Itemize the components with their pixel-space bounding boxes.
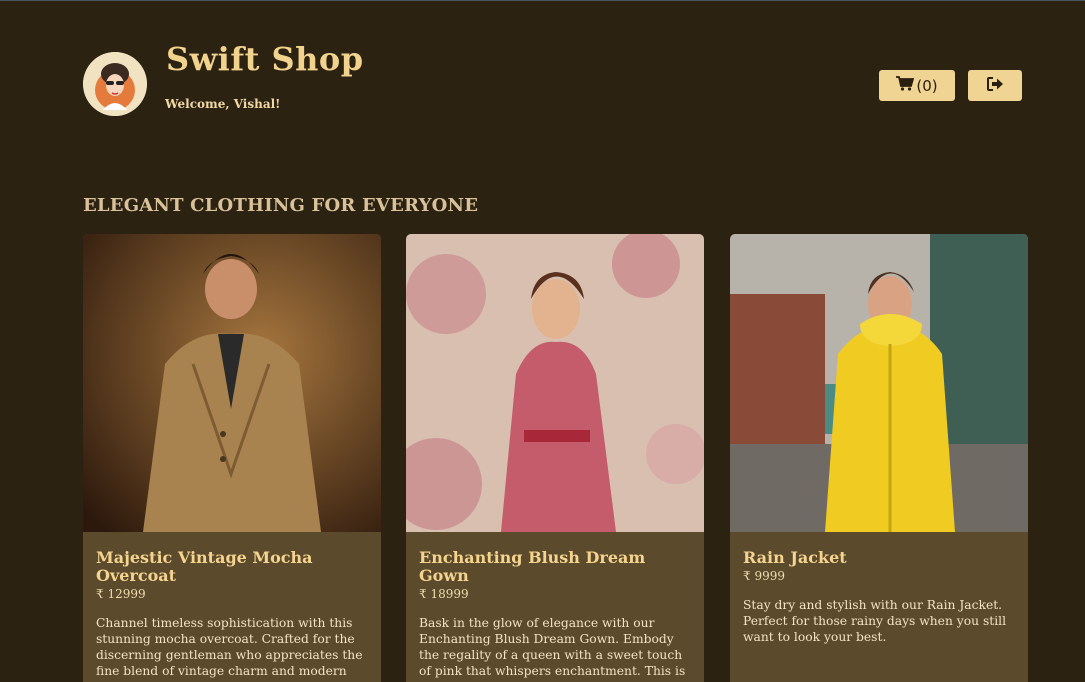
product-image[interactable] — [730, 234, 1028, 532]
product-name[interactable]: Majestic Vintage Mocha Overcoat — [96, 549, 368, 585]
product-image[interactable] — [406, 234, 704, 532]
product-card[interactable]: Enchanting Blush Dream Gown ₹ 18999 Bask… — [406, 234, 704, 682]
cart-button[interactable]: (0) — [879, 70, 955, 101]
product-description: Channel timeless sophistication with thi… — [96, 616, 363, 682]
product-description: Stay dry and stylish with our Rain Jacke… — [743, 598, 1007, 644]
product-price: ₹ 12999 — [96, 587, 146, 601]
sign-out-icon — [986, 76, 1004, 95]
product-name[interactable]: Rain Jacket — [743, 549, 1015, 567]
brand-logo[interactable] — [83, 52, 147, 116]
product-price: ₹ 18999 — [419, 587, 469, 601]
product-card[interactable]: Majestic Vintage Mocha Overcoat ₹ 12999 … — [83, 234, 381, 682]
shopping-cart-icon — [896, 76, 915, 95]
product-name[interactable]: Enchanting Blush Dream Gown — [419, 549, 691, 585]
logout-button[interactable] — [968, 70, 1022, 101]
cart-count: (0) — [916, 76, 938, 95]
product-description: Bask in the glow of elegance with our En… — [419, 616, 686, 682]
welcome-message: Welcome, Vishal! — [165, 97, 281, 111]
product-card[interactable]: Rain Jacket ₹ 9999 Stay dry and stylish … — [730, 234, 1028, 682]
product-price: ₹ 9999 — [743, 569, 785, 583]
brand-title[interactable]: Swift Shop — [166, 40, 364, 78]
section-title: ELEGANT CLOTHING FOR EVERYONE — [83, 195, 479, 216]
product-image[interactable] — [83, 234, 381, 532]
site-header: Swift Shop Welcome, Vishal! (0) — [83, 40, 1023, 118]
